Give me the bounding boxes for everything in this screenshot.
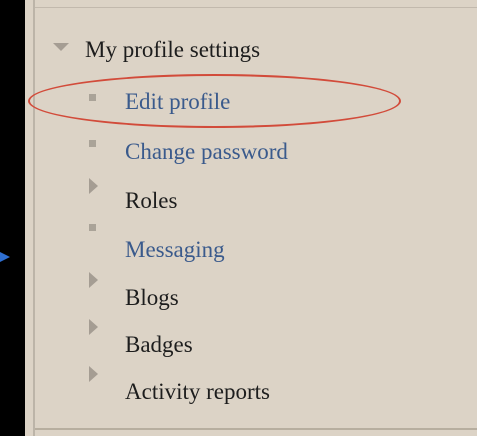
pointer-arrow-icon (0, 252, 10, 262)
triangle-right-icon[interactable] (89, 178, 98, 194)
triangle-down-icon[interactable] (53, 43, 69, 51)
triangle-right-icon[interactable] (89, 272, 98, 288)
menu-item-label[interactable]: Roles (125, 188, 177, 214)
menu-parent-label[interactable]: My profile settings (85, 37, 260, 63)
bullet-icon (89, 224, 96, 231)
screenshot-stage: My profile settings Edit profile Change … (0, 0, 477, 436)
menu-item-label[interactable]: Messaging (125, 237, 225, 263)
panel-top-border (35, 7, 477, 8)
menu-item-label[interactable]: Change password (125, 139, 288, 165)
triangle-right-icon[interactable] (89, 319, 98, 335)
bullet-icon (89, 94, 96, 101)
triangle-right-icon[interactable] (89, 366, 98, 382)
menu-item-label[interactable]: Activity reports (125, 379, 270, 405)
bullet-icon (89, 140, 96, 147)
menu-item-label[interactable]: Blogs (125, 285, 179, 311)
panel-bottom-border (35, 428, 477, 430)
menu-item-label[interactable]: Badges (125, 332, 193, 358)
panel-divider (33, 0, 35, 436)
menu-item-label[interactable]: Edit profile (125, 89, 230, 115)
